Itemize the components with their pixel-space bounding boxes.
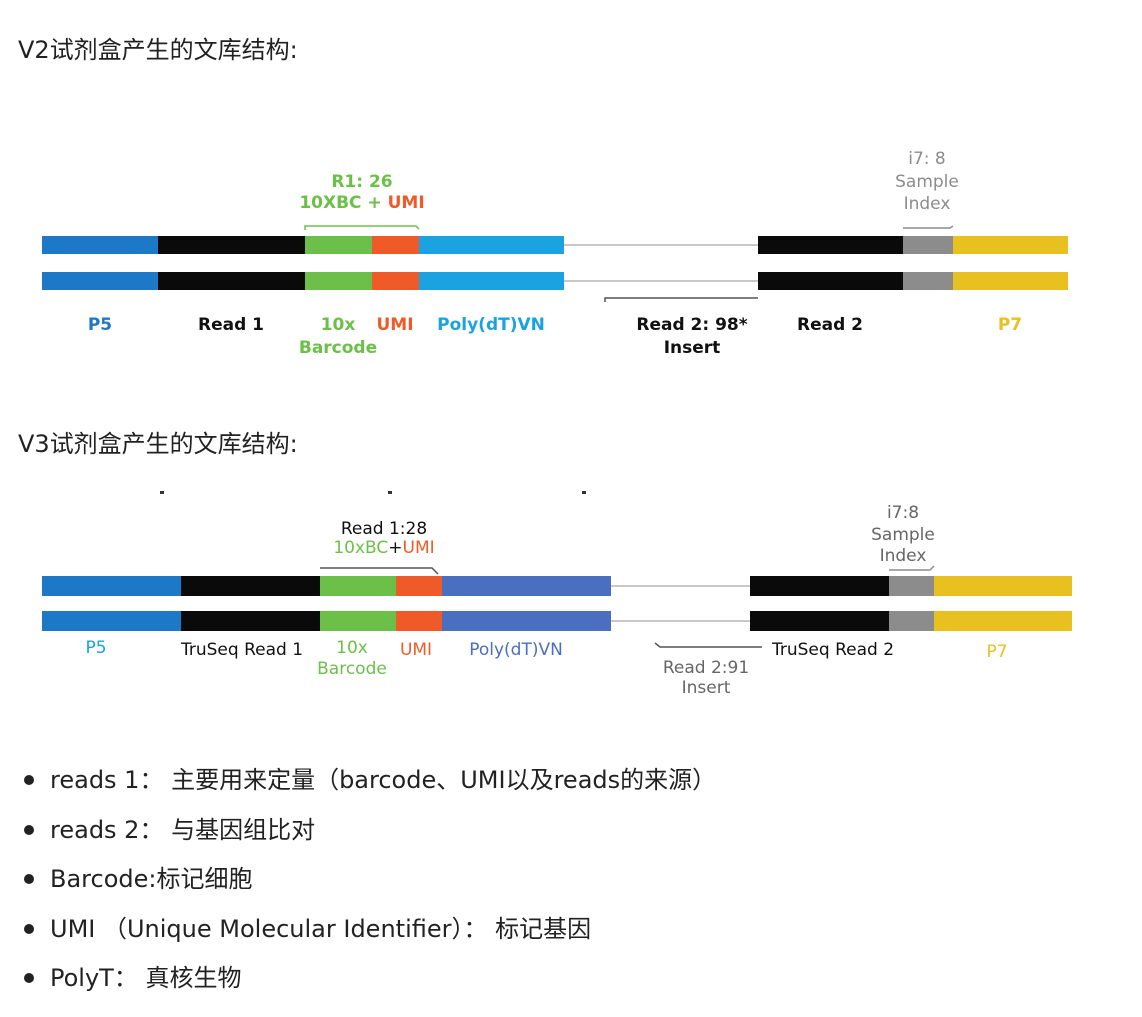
v3-top-p7 — [934, 576, 1072, 596]
v3-bottom-p7 — [934, 611, 1072, 631]
v3-label-insert-l2: Insert — [682, 678, 731, 698]
v3-bottom-umi — [396, 611, 442, 631]
v3-top-barcode — [320, 576, 396, 596]
v3-i7-line2: Sample — [871, 525, 935, 545]
v3-label-p5: P5 — [85, 638, 106, 658]
v3-label-read2: TruSeq Read 2 — [771, 640, 894, 660]
v3-bottom-sample-index — [889, 611, 934, 631]
v3-top-umi — [396, 576, 442, 596]
v3-read2-arrow — [654, 642, 762, 648]
v3-bottom-barcode — [320, 611, 396, 631]
v3-top-polydt — [442, 576, 611, 596]
v3-top-strand — [42, 576, 1072, 596]
v3-i7-line3: Index — [880, 546, 927, 566]
v3-bottom-strand — [42, 611, 1072, 631]
v3-label-read1: TruSeq Read 1 — [180, 640, 303, 660]
v3-label-umi: UMI — [400, 640, 432, 660]
bullet-barcode: Barcode:标记细胞 — [0, 857, 716, 907]
v3-read1-sub: 10xBC+UMI — [333, 538, 434, 558]
v3-top-read1 — [181, 576, 320, 596]
v3-cropped-remnants — [160, 491, 586, 494]
v3-bottom-read1 — [181, 611, 320, 631]
v3-label-polydt: Poly(dT)VN — [469, 640, 563, 660]
v3-library-structure-diagram: Read 1:28 10xBC+UMI i7:8 Sample Index P5… — [42, 491, 1072, 698]
v3-top-p5 — [42, 576, 181, 596]
v3-label-barcode-l1: 10x — [336, 638, 368, 658]
bullet-umi: UMI （Unique Molecular Identifier）： 标记基因 — [0, 907, 716, 957]
v3-top-read2 — [750, 576, 889, 596]
v3-label-barcode-l2: Barcode — [317, 659, 387, 679]
v3-read1-arrow — [320, 567, 439, 575]
v3-bottom-polydt — [442, 611, 611, 631]
v3-i7-arrow — [889, 565, 935, 571]
legend-bullet-list: reads 1： 主要用来定量（barcode、UMI以及reads的来源） r… — [0, 758, 716, 1006]
bullet-reads2: reads 2： 与基因组比对 — [0, 808, 716, 858]
bullet-reads1: reads 1： 主要用来定量（barcode、UMI以及reads的来源） — [0, 758, 716, 808]
v3-read1-header: Read 1:28 — [341, 519, 427, 539]
v3-label-p7: P7 — [986, 642, 1007, 662]
v3-bottom-read2 — [750, 611, 889, 631]
bullet-polyt: PolyT： 真核生物 — [0, 956, 716, 1006]
v3-label-insert-l1: Read 2:91 — [663, 658, 749, 678]
v3-i7-line1: i7:8 — [887, 503, 919, 523]
v3-top-sample-index — [889, 576, 934, 596]
v3-bottom-p5 — [42, 611, 181, 631]
